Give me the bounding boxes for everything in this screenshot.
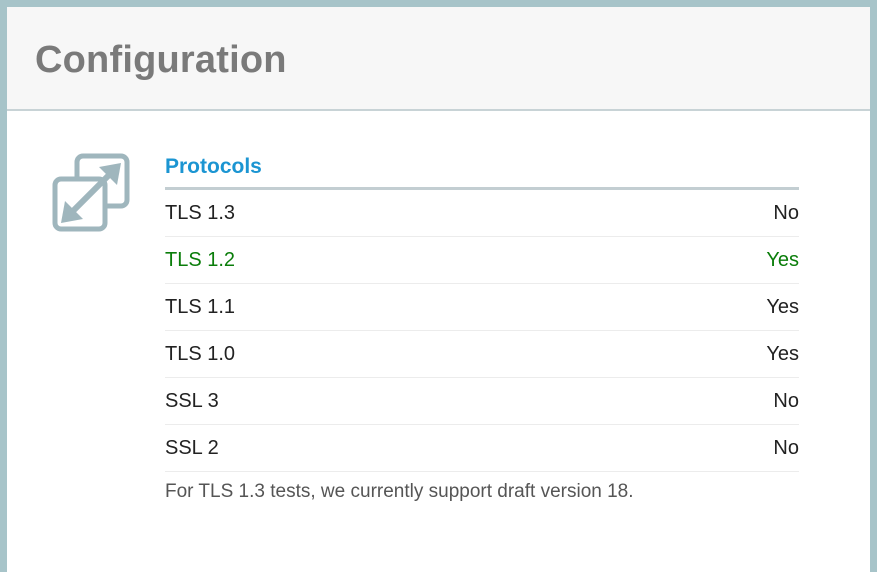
table-row: SSL 3 No <box>165 377 799 425</box>
protocol-name: SSL 2 <box>165 424 598 472</box>
table-row: SSL 2 No <box>165 424 799 472</box>
protocol-name: TLS 1.2 <box>165 236 598 284</box>
table-row: TLS 1.0 Yes <box>165 330 799 378</box>
protocol-support: No <box>597 190 799 237</box>
panel-header: Configuration <box>7 7 870 111</box>
page-title: Configuration <box>35 39 287 81</box>
protocol-support: No <box>597 377 799 425</box>
protocols-table: TLS 1.3 No TLS 1.2 Yes TLS 1.1 Yes TLS 1… <box>165 190 799 472</box>
expand-arrows-icon <box>52 153 130 232</box>
protocol-support: Yes <box>597 283 799 331</box>
protocol-support: Yes <box>597 330 799 378</box>
protocol-support: No <box>597 424 799 472</box>
table-row: TLS 1.2 Yes <box>165 236 799 284</box>
section-heading: Protocols <box>165 153 799 190</box>
table-row: TLS 1.1 Yes <box>165 283 799 331</box>
protocols-section: Protocols TLS 1.3 No TLS 1.2 Yes TLS 1.1… <box>165 153 799 503</box>
footnote: For TLS 1.3 tests, we currently support … <box>165 481 634 502</box>
configuration-panel: Configuration Protocols TLS 1.3 No TLS 1… <box>7 7 870 572</box>
protocol-name: TLS 1.3 <box>165 190 598 237</box>
protocol-support: Yes <box>597 236 799 284</box>
table-row: TLS 1.3 No <box>165 190 799 237</box>
protocol-name: SSL 3 <box>165 377 598 425</box>
protocol-name: TLS 1.1 <box>165 283 598 331</box>
protocol-name: TLS 1.0 <box>165 330 598 378</box>
